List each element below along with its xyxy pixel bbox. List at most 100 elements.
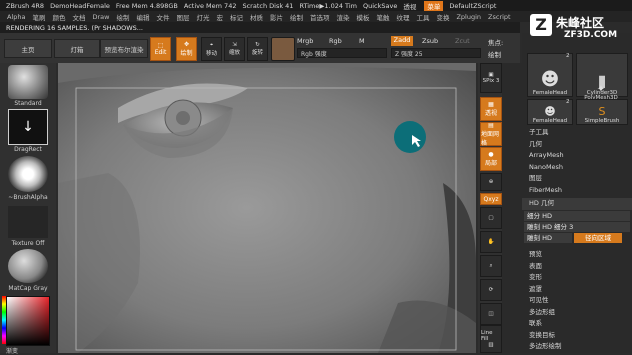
texture-label: Texture Off: [11, 240, 45, 247]
menu-item[interactable]: 编辑: [136, 12, 149, 22]
line-fill-label: Line Fill: [481, 330, 493, 342]
zoom-view-button[interactable]: ⌕: [480, 255, 502, 277]
deformation-item[interactable]: 变形: [522, 272, 632, 284]
scale-button[interactable]: ⇲ 缩放: [224, 37, 245, 61]
menu-item[interactable]: 材质: [250, 12, 263, 22]
zadd-toggle[interactable]: Zadd: [391, 36, 413, 46]
preview-item[interactable]: 预览: [522, 249, 632, 261]
rgb-intensity-slider[interactable]: Rgb 强度: [297, 48, 387, 58]
texture-icon[interactable]: [8, 206, 48, 238]
z-intensity-slider[interactable]: Z 强度 25: [391, 48, 481, 58]
logo-subtitle: ZF3D.COM: [564, 30, 618, 40]
menu-item[interactable]: 图层: [176, 12, 189, 22]
menu-item[interactable]: 绘制: [116, 12, 129, 22]
home-button[interactable]: 主页: [4, 39, 52, 58]
qxyz-button[interactable]: Qxyz: [480, 193, 502, 205]
edit-button[interactable]: ⬚ Edit: [150, 37, 171, 61]
layers-item[interactable]: 图层: [522, 173, 632, 185]
contact-item[interactable]: 联系: [522, 318, 632, 330]
polygroups-item[interactable]: 多边形组: [522, 307, 632, 319]
mrgb-toggle[interactable]: Mrgb: [297, 37, 313, 46]
rotate-button[interactable]: ↻ 旋转: [247, 37, 268, 61]
menu-item[interactable]: Zscript: [488, 13, 511, 21]
radial-region-button[interactable]: 径向区域: [574, 233, 622, 243]
standard-brush-icon[interactable]: [8, 65, 48, 99]
menu-item[interactable]: 纹理: [396, 12, 409, 22]
menu-item[interactable]: 工具: [416, 12, 429, 22]
menu-item[interactable]: 笔刷: [32, 12, 45, 22]
menu-item[interactable]: Alpha: [7, 13, 25, 21]
active-mem: Active Mem 742: [183, 1, 237, 10]
spix-button[interactable]: ▣ SPix 3: [480, 63, 502, 93]
zsub-toggle[interactable]: Zsub: [422, 37, 442, 46]
nanomesh-item[interactable]: NanoMesh: [522, 162, 632, 174]
move-view-button[interactable]: ✋: [480, 231, 502, 253]
fibermesh-item[interactable]: FiberMesh: [522, 185, 632, 197]
visibility-item[interactable]: 可见性: [522, 295, 632, 307]
see-through-label[interactable]: 透视: [403, 1, 416, 11]
menu-item[interactable]: Draw: [92, 13, 109, 21]
menu-item[interactable]: 笔触: [376, 12, 389, 22]
subdiv-hd-slider[interactable]: 细分 HD: [524, 211, 630, 221]
tool-thumb-simplebrush[interactable]: S SimpleBrush: [576, 99, 628, 125]
matcap-material-icon[interactable]: [8, 249, 48, 283]
perspective-button[interactable]: ▦ 透视: [480, 97, 502, 121]
polyframe-button[interactable]: ◫: [480, 303, 502, 325]
polypaint-item[interactable]: 多边形绘制: [522, 341, 632, 353]
menu-item[interactable]: 绘制: [290, 12, 303, 22]
viewport-canvas[interactable]: [58, 63, 476, 353]
perspective-label: 透视: [484, 110, 497, 117]
xyz-button[interactable]: ⊕: [480, 173, 502, 191]
tool-thumb-polymesh3d[interactable]: ✦ PolyMesh3D: [576, 81, 626, 101]
menu-item[interactable]: 文件: [156, 12, 169, 22]
menu-item[interactable]: 渲染: [336, 12, 349, 22]
menu-item[interactable]: 模板: [356, 12, 369, 22]
menu-item[interactable]: 标记: [230, 12, 243, 22]
hd-geometry-header[interactable]: HD 几何: [522, 198, 632, 210]
material-swatch-icon[interactable]: [271, 37, 295, 61]
subtool-item[interactable]: 子工具: [522, 127, 632, 139]
morph-target-item[interactable]: 变换目标: [522, 330, 632, 342]
quicksave-button[interactable]: QuickSave: [363, 2, 397, 10]
rotate-view-button[interactable]: ⟳: [480, 279, 502, 301]
menu-item[interactable]: 变换: [436, 12, 449, 22]
frame-button[interactable]: ▢: [480, 207, 502, 229]
draw-size-label[interactable]: 绘制: [488, 49, 518, 59]
thumb-label: SimpleBrush: [584, 118, 620, 124]
menu-item[interactable]: 宏: [216, 12, 223, 22]
logo-title: 朱峰社区: [556, 16, 605, 30]
m-toggle[interactable]: M: [359, 37, 369, 46]
move-button[interactable]: ⌖ 移动: [201, 37, 222, 61]
color-picker[interactable]: [6, 296, 50, 346]
line-fill-button[interactable]: Line Fill ▥: [480, 325, 502, 353]
tool-panel: Z 朱峰社区 ZF3D.COM ☻ FemaleHead 2 ▮ Cylinde…: [522, 14, 632, 353]
sculpt-hd-button[interactable]: 雕刻 HD: [524, 233, 572, 243]
arraymesh-item[interactable]: ArrayMesh: [522, 150, 632, 162]
menu-item[interactable]: 灯光: [196, 12, 209, 22]
menu-item[interactable]: 影片: [270, 12, 283, 22]
surface-item[interactable]: 表面: [522, 261, 632, 273]
brush-alpha-icon[interactable]: [8, 156, 48, 192]
zcut-toggle[interactable]: Zcut: [455, 37, 475, 46]
rgb-toggle[interactable]: Rgb: [329, 37, 345, 46]
dragrect-stroke-icon[interactable]: ↓: [8, 109, 48, 145]
tool-thumb-femalehead[interactable]: ☻ FemaleHead: [527, 53, 573, 97]
floor-grid-button[interactable]: ▤ 地面网格: [480, 122, 502, 147]
hue-strip[interactable]: [2, 296, 6, 344]
geometry-item[interactable]: 几何: [522, 139, 632, 151]
menu-item[interactable]: 首选项: [310, 12, 330, 22]
dragrect-label: DragRect: [14, 146, 42, 153]
local-button[interactable]: ● 局部: [480, 147, 502, 171]
menu-item[interactable]: 颜色: [52, 12, 65, 22]
menu-button[interactable]: 菜单: [424, 0, 444, 11]
lightbox-button[interactable]: 灯箱: [54, 39, 100, 58]
menu-item[interactable]: Zplugin: [456, 13, 481, 21]
focal-shift-label[interactable]: 焦点:: [488, 37, 518, 47]
draw-button[interactable]: ✥ 绘制: [176, 37, 197, 61]
sculpt-hd-subdiv-slider[interactable]: 雕刻 HD 细分 3: [524, 222, 630, 232]
menu-item[interactable]: 文档: [72, 12, 85, 22]
bpr-preview-button[interactable]: 预览布尔渲染: [100, 39, 148, 58]
zoom-icon: ⌕: [489, 262, 493, 269]
default-zscript[interactable]: DefaultZScript: [449, 2, 496, 10]
masking-item[interactable]: 遮罩: [522, 284, 632, 296]
